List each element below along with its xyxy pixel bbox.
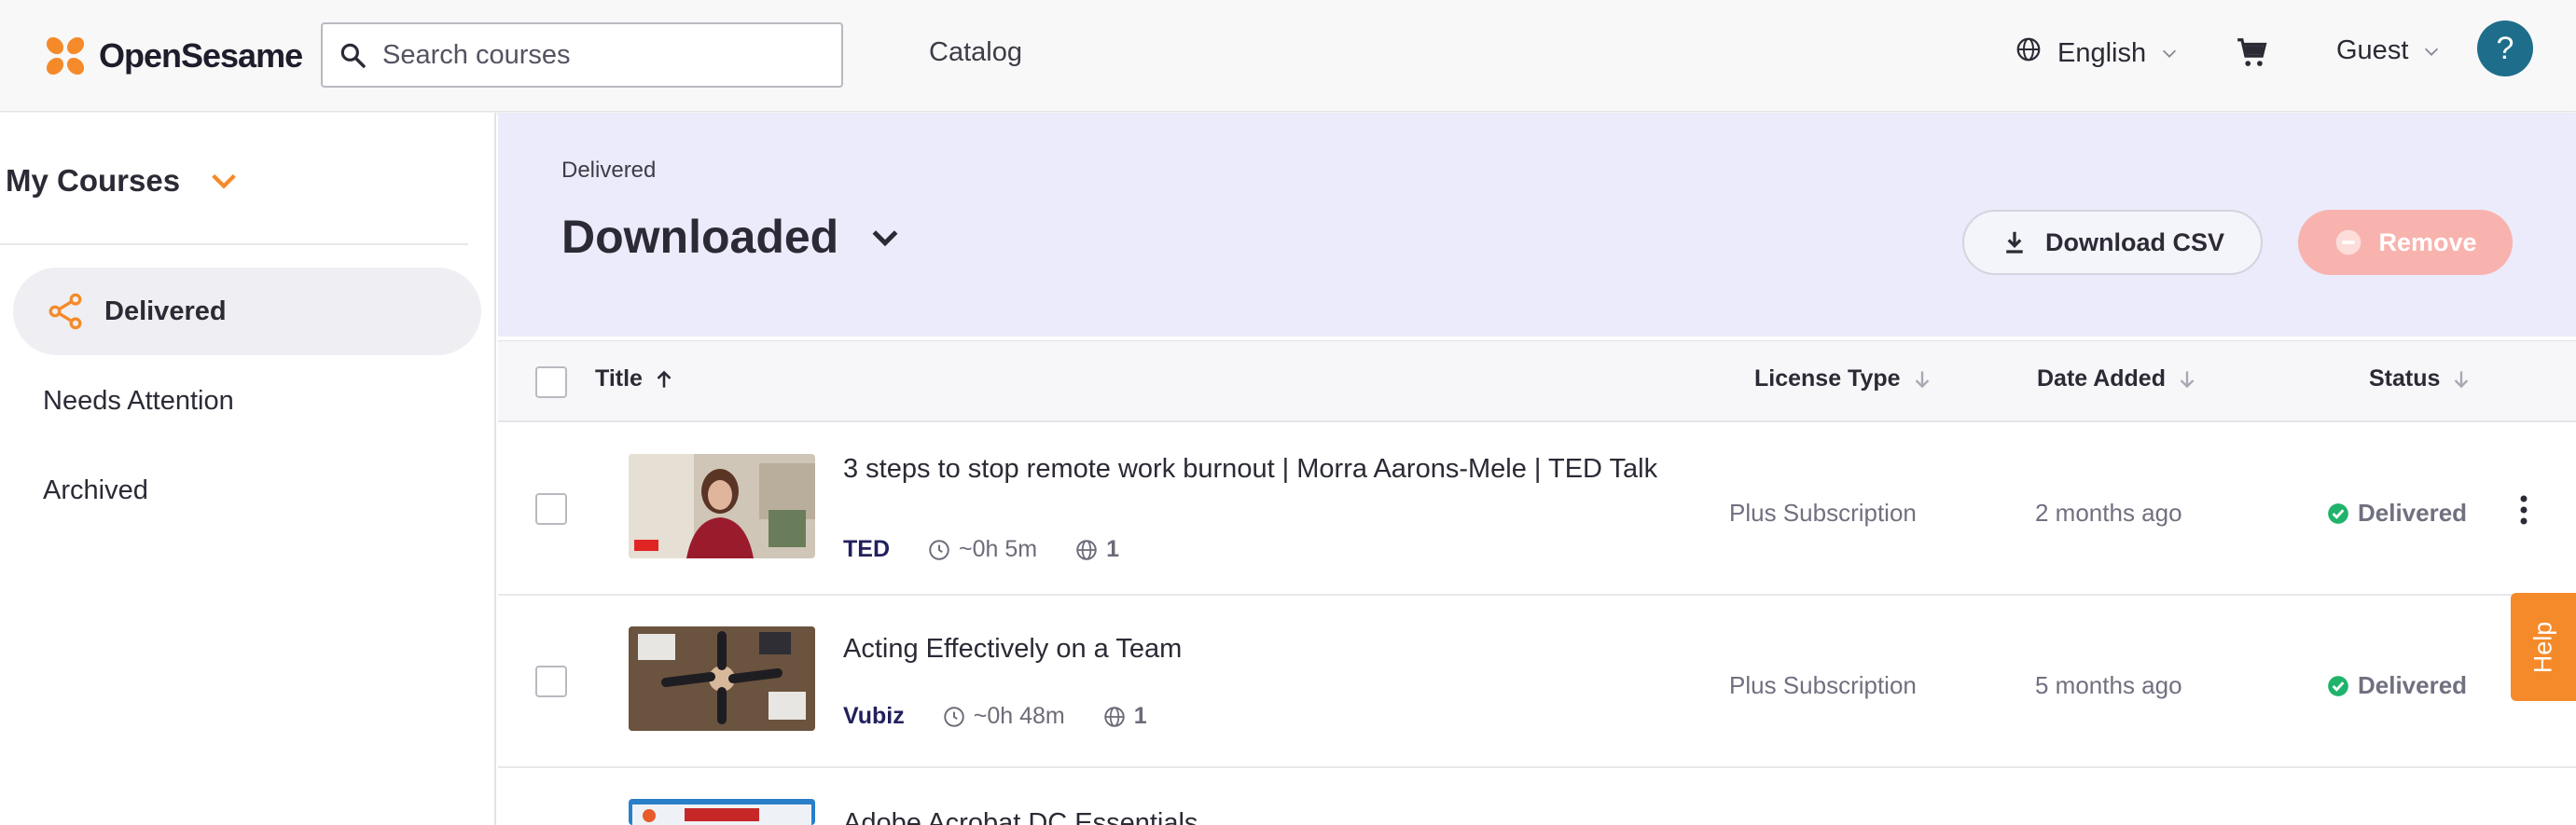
user-label: Guest bbox=[2336, 35, 2409, 65]
status-label: Delivered bbox=[2358, 671, 2468, 699]
sidebar-item-label: Needs Attention bbox=[43, 385, 234, 416]
language-count: 1 bbox=[1133, 703, 1147, 729]
provider-name[interactable]: TED bbox=[843, 536, 890, 563]
help-tab-label: Help bbox=[2528, 621, 2557, 673]
column-label: Status bbox=[2369, 365, 2441, 392]
duration-value: ~0h 5m bbox=[959, 536, 1038, 562]
search-box[interactable] bbox=[321, 22, 843, 88]
team-meeting-image bbox=[629, 626, 815, 731]
select-all-checkbox[interactable] bbox=[535, 366, 567, 398]
license-type: Plus Subscription bbox=[1729, 671, 1917, 699]
my-courses-menu[interactable]: My Courses bbox=[6, 163, 240, 199]
clock-icon bbox=[944, 706, 964, 727]
duration: ~0h 5m bbox=[927, 536, 1037, 563]
sidebar-item-archived[interactable]: Archived bbox=[13, 447, 481, 534]
remove-label: Remove bbox=[2378, 227, 2477, 256]
table-row[interactable]: Acting Effectively on a Team Vubiz ~0h 4… bbox=[498, 597, 2576, 768]
download-csv-label: Download CSV bbox=[2044, 227, 2224, 256]
column-title-header[interactable]: Title bbox=[595, 365, 676, 392]
search-input[interactable] bbox=[382, 39, 830, 71]
remove-button[interactable]: Remove bbox=[2298, 210, 2513, 275]
arrow-down-icon bbox=[2455, 370, 2469, 388]
status-badge: Delivered bbox=[2326, 499, 2467, 528]
column-label: Date Added bbox=[2037, 365, 2166, 392]
column-status-header[interactable]: Status bbox=[2369, 365, 2473, 392]
course-thumbnail[interactable] bbox=[629, 454, 815, 558]
language-selector[interactable]: English bbox=[2015, 35, 2180, 71]
sidebar-item-label: Delivered bbox=[104, 296, 227, 326]
sidebar-item-label: Archived bbox=[43, 474, 148, 505]
share-icon bbox=[48, 293, 82, 330]
help-tab[interactable]: Help bbox=[2511, 593, 2576, 701]
course-meta: TED ~0h 5m 1 bbox=[843, 536, 1156, 563]
search-icon bbox=[340, 43, 366, 68]
breadcrumb: Delivered bbox=[561, 158, 657, 183]
acrobat-screenshot-image bbox=[629, 799, 815, 825]
status-badge: Delivered bbox=[2326, 671, 2467, 700]
course-thumbnail[interactable] bbox=[629, 626, 815, 731]
sidebar-divider bbox=[0, 243, 468, 245]
download-csv-button[interactable]: Download CSV bbox=[1962, 210, 2263, 275]
globe-icon bbox=[2016, 37, 2041, 62]
row-checkbox[interactable] bbox=[535, 493, 567, 525]
view-header: Delivered Downloaded Download CSV Remove bbox=[498, 113, 2576, 337]
row-checkbox[interactable] bbox=[535, 666, 567, 697]
sidebar-title: My Courses bbox=[6, 163, 181, 198]
column-label: Title bbox=[595, 365, 643, 392]
user-menu[interactable]: Guest bbox=[2336, 35, 2442, 66]
course-title[interactable]: Adobe Acrobat DC Essentials bbox=[843, 806, 1664, 825]
duration: ~0h 48m bbox=[942, 703, 1065, 730]
sidebar-item-needs-attention[interactable]: Needs Attention bbox=[13, 357, 481, 445]
nav-catalog-link[interactable]: Catalog bbox=[929, 37, 1022, 68]
minus-circle-icon bbox=[2336, 229, 2361, 255]
sidebar: My Courses Delivered Needs Attention Arc… bbox=[0, 113, 496, 825]
more-options-icon[interactable] bbox=[2513, 491, 2535, 529]
check-circle-icon bbox=[2328, 502, 2348, 524]
ted-speaker-image bbox=[629, 454, 815, 558]
arrow-down-icon bbox=[2180, 370, 2195, 388]
license-type: Plus Subscription bbox=[1729, 499, 1917, 527]
view-selector[interactable]: Downloaded bbox=[561, 210, 904, 264]
column-license-header[interactable]: License Type bbox=[1754, 365, 1934, 392]
status-label: Delivered bbox=[2358, 499, 2468, 527]
table-header: Title License Type Date Added Status bbox=[498, 340, 2576, 422]
course-meta: Vubiz ~0h 48m 1 bbox=[843, 703, 1184, 730]
course-thumbnail[interactable] bbox=[629, 799, 815, 825]
top-bar: OpenSesame Catalog English Guest bbox=[0, 0, 2576, 112]
chevron-down-icon bbox=[2163, 49, 2177, 58]
clock-icon bbox=[929, 539, 949, 560]
date-added: 2 months ago bbox=[2035, 499, 2182, 527]
course-title[interactable]: Acting Effectively on a Team bbox=[843, 632, 1664, 666]
brand-name: OpenSesame bbox=[99, 36, 303, 75]
globe-icon bbox=[1076, 539, 1097, 560]
globe-icon bbox=[1104, 706, 1125, 727]
help-button[interactable]: ? bbox=[2477, 21, 2533, 76]
column-date-header[interactable]: Date Added bbox=[2037, 365, 2199, 392]
arrow-up-icon bbox=[657, 370, 672, 388]
chevron-down-icon bbox=[872, 230, 898, 247]
language-label: English bbox=[2057, 37, 2147, 68]
chevron-down-icon bbox=[212, 173, 236, 189]
arrow-down-icon bbox=[1915, 370, 1929, 388]
provider-name[interactable]: Vubiz bbox=[843, 703, 905, 730]
duration-value: ~0h 48m bbox=[973, 703, 1065, 729]
chevron-down-icon bbox=[2425, 48, 2439, 56]
languages: 1 bbox=[1102, 703, 1147, 730]
table-row[interactable]: 3 steps to stop remote work burnout | Mo… bbox=[498, 424, 2576, 596]
brand-mark-icon bbox=[46, 36, 85, 76]
opensesame-logo[interactable]: OpenSesame bbox=[41, 30, 303, 82]
download-icon bbox=[2006, 231, 2023, 254]
column-label: License Type bbox=[1754, 365, 1901, 392]
languages: 1 bbox=[1074, 536, 1119, 563]
check-circle-icon bbox=[2328, 675, 2348, 696]
language-count: 1 bbox=[1106, 536, 1119, 562]
sidebar-item-delivered[interactable]: Delivered bbox=[13, 268, 481, 355]
course-title[interactable]: 3 steps to stop remote work burnout | Mo… bbox=[843, 452, 1664, 486]
page-title: Downloaded bbox=[561, 211, 839, 263]
table-row[interactable]: Adobe Acrobat DC Essentials bbox=[498, 769, 2576, 825]
date-added: 5 months ago bbox=[2035, 671, 2182, 699]
cart-icon[interactable] bbox=[2235, 35, 2270, 71]
